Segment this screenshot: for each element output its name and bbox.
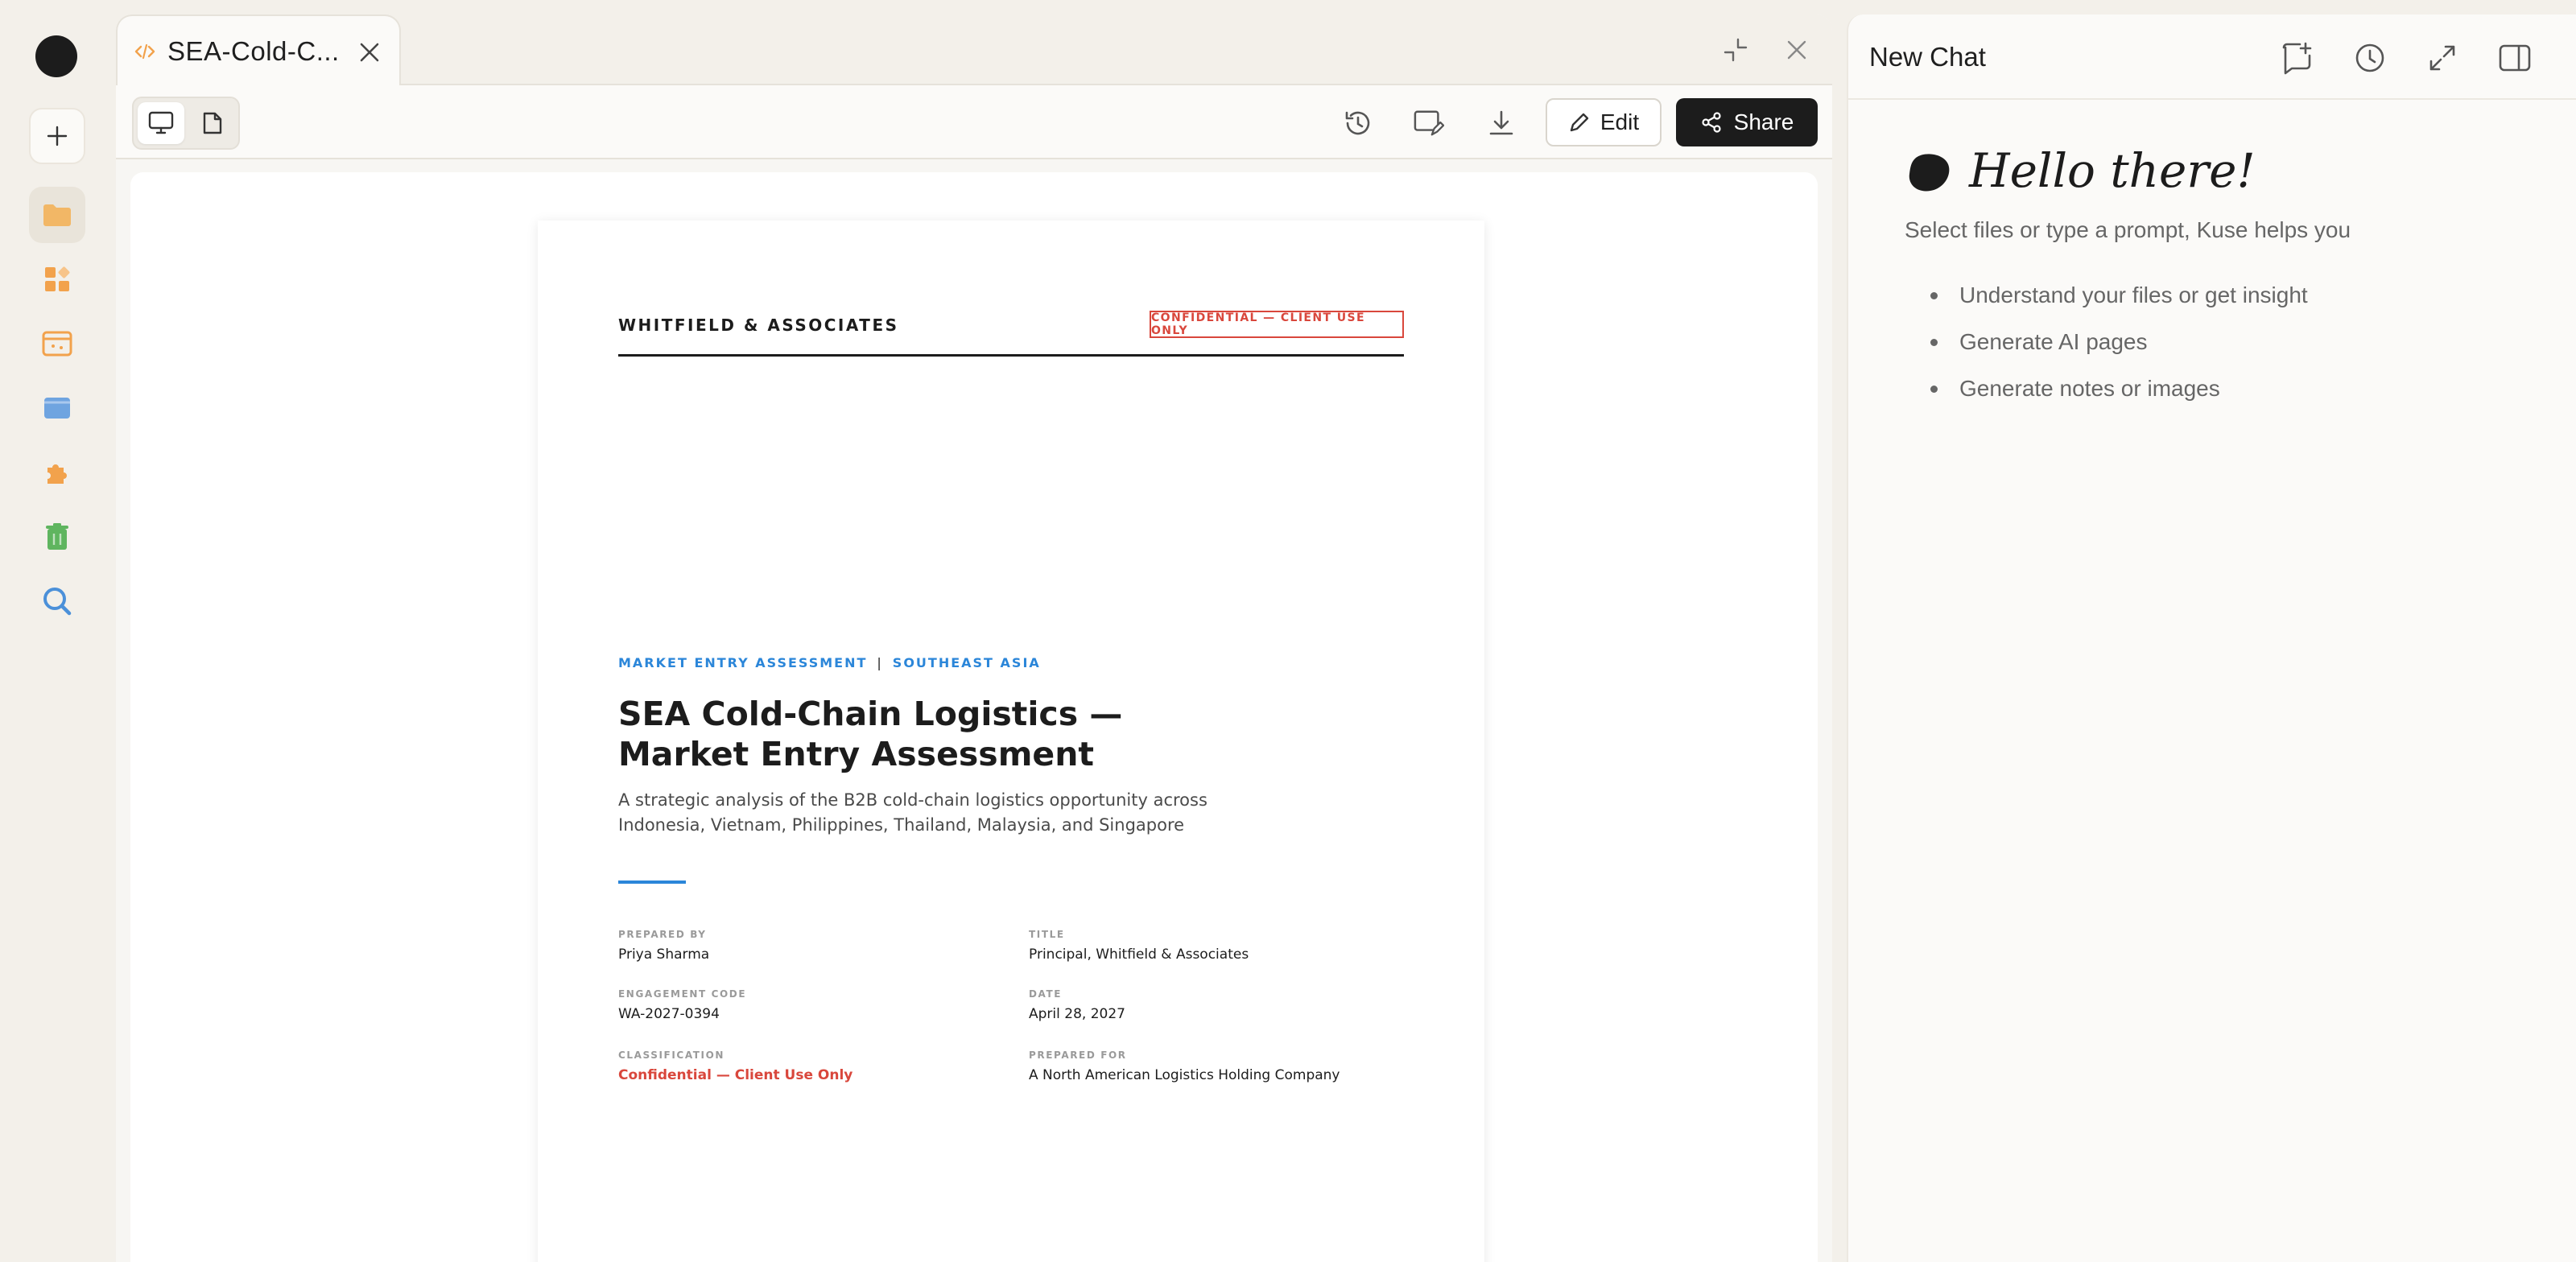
- code-icon: [134, 43, 155, 60]
- chat-intro: Select files or type a prompt, Kuse help…: [1905, 217, 2351, 242]
- edit-label: Edit: [1600, 109, 1640, 134]
- document-canvas: WHITFIELD & ASSOCIATES CONFIDENTIAL — CL…: [130, 172, 1818, 1262]
- document-subtitle: A strategic analysis of the B2B cold-cha…: [618, 788, 1230, 838]
- prepared-by-value: Priya Sharma: [618, 946, 710, 963]
- search-icon: [43, 588, 72, 616]
- kicker-separator: |: [877, 655, 883, 670]
- kicker-region: SOUTHEAST ASIA: [892, 655, 1041, 670]
- annotate-button[interactable]: [1414, 108, 1444, 138]
- toggle-sidebar-button[interactable]: [2497, 40, 2533, 76]
- document-subtitle-line1: A strategic analysis of the B2B cold-cha…: [618, 790, 1208, 810]
- new-chat-icon: [2282, 42, 2312, 75]
- list-item: Generate notes or images: [1905, 373, 2308, 420]
- desktop-view-button[interactable]: [138, 102, 184, 144]
- prepared-for-label: PREPARED FOR: [1029, 1050, 1127, 1061]
- document-kicker: MARKET ENTRY ASSESSMENT | SOUTHEAST ASIA: [618, 655, 1041, 670]
- engagement-code-label: ENGAGEMENT CODE: [618, 988, 747, 1000]
- list-item: Generate AI pages: [1905, 327, 2308, 373]
- close-icon: [1787, 40, 1806, 60]
- sidebar-icon: [2499, 44, 2531, 72]
- document-icon: [203, 112, 222, 134]
- document-subtitle-line2: Indonesia, Vietnam, Philippines, Thailan…: [618, 815, 1185, 835]
- folder-nav-item[interactable]: [29, 187, 85, 243]
- firm-name: WHITFIELD & ASSOCIATES: [618, 316, 899, 335]
- tab-bar: SEA-Cold-C...: [116, 14, 1832, 87]
- puzzle-piece-icon: [47, 464, 67, 484]
- document-title: SEA Cold-Chain Logistics — Market Entry …: [618, 694, 1182, 774]
- monitor-icon: [148, 111, 174, 134]
- screen-pen-icon: [1414, 110, 1444, 136]
- panel-nav-item[interactable]: [29, 380, 85, 436]
- date-value: April 28, 2027: [1029, 1006, 1125, 1022]
- close-panel-button[interactable]: [1782, 35, 1811, 64]
- view-toggle: [132, 97, 240, 150]
- expand-button[interactable]: [2425, 40, 2460, 76]
- trash-icon: [46, 523, 68, 550]
- close-tab-icon[interactable]: [357, 40, 382, 64]
- chat-panel: New Chat Hello there! Select files or ty…: [1847, 14, 2576, 1262]
- capability-list: Understand your files or get insight Gen…: [1905, 280, 2308, 420]
- artifact-panel: SEA-Cold-C... Edit Share WHITFIELD & ASS…: [116, 14, 1832, 1262]
- plugins-nav-item[interactable]: [29, 444, 85, 501]
- accent-rule: [618, 881, 686, 884]
- chat-title: New Chat: [1869, 42, 1986, 72]
- title-label: TITLE: [1029, 929, 1065, 940]
- chat-header-divider: [1848, 98, 2576, 100]
- title-value: Principal, Whitfield & Associates: [1029, 946, 1249, 963]
- history-button[interactable]: [1343, 108, 1373, 138]
- tab-title: SEA-Cold-C...: [167, 36, 340, 66]
- pencil-icon: [1570, 113, 1589, 132]
- history-icon: [1345, 111, 1370, 135]
- minimize-icon: [1724, 38, 1748, 62]
- new-button[interactable]: [29, 108, 85, 164]
- share-button[interactable]: Share: [1676, 98, 1818, 146]
- chat-history-button[interactable]: [2352, 40, 2388, 76]
- app-logo[interactable]: [35, 35, 77, 77]
- document-view-button[interactable]: [189, 102, 236, 144]
- kicker-category: MARKET ENTRY ASSESSMENT: [618, 655, 868, 670]
- download-button[interactable]: [1486, 108, 1517, 138]
- apps-icon: [45, 266, 70, 291]
- prepared-by-label: PREPARED BY: [618, 929, 707, 940]
- download-icon: [1489, 110, 1513, 135]
- date-label: DATE: [1029, 988, 1063, 1000]
- artifact-toolbar: Edit Share: [116, 85, 1832, 159]
- plus-icon: [47, 126, 68, 146]
- tab-document[interactable]: SEA-Cold-C...: [116, 14, 401, 87]
- kuse-logo-icon: [1909, 154, 1950, 192]
- document-page: WHITFIELD & ASSOCIATES CONFIDENTIAL — CL…: [538, 221, 1484, 1262]
- engagement-code-value: WA-2027-0394: [618, 1006, 720, 1022]
- document-title-line2: Market Entry Assessment: [618, 735, 1095, 773]
- search-nav-item[interactable]: [29, 573, 85, 629]
- share-icon: [1702, 112, 1721, 133]
- list-item: Understand your files or get insight: [1905, 280, 2308, 327]
- panel-icon: [44, 398, 70, 419]
- greeting: Hello there!: [1969, 143, 2256, 198]
- apps-nav-item[interactable]: [29, 251, 85, 307]
- browser-window-icon: [42, 331, 72, 357]
- confidential-badge: CONFIDENTIAL — CLIENT USE ONLY: [1150, 311, 1404, 338]
- expand-icon: [2429, 45, 2455, 71]
- header-rule: [618, 354, 1404, 357]
- minimize-button[interactable]: [1721, 35, 1750, 64]
- classification-value: Confidential — Client Use Only: [618, 1067, 853, 1083]
- clock-icon: [2355, 43, 2384, 72]
- trash-nav-item[interactable]: [29, 509, 85, 565]
- share-label: Share: [1733, 109, 1794, 134]
- prepared-for-value: A North American Logistics Holding Compa…: [1029, 1067, 1340, 1083]
- left-rail: [0, 0, 114, 1262]
- edit-button[interactable]: Edit: [1546, 98, 1662, 146]
- classification-label: CLASSIFICATION: [618, 1050, 725, 1061]
- folder-icon: [43, 204, 71, 226]
- document-title-line1: SEA Cold-Chain Logistics —: [618, 695, 1123, 733]
- new-chat-button[interactable]: [2280, 40, 2315, 76]
- browser-nav-item[interactable]: [29, 316, 85, 372]
